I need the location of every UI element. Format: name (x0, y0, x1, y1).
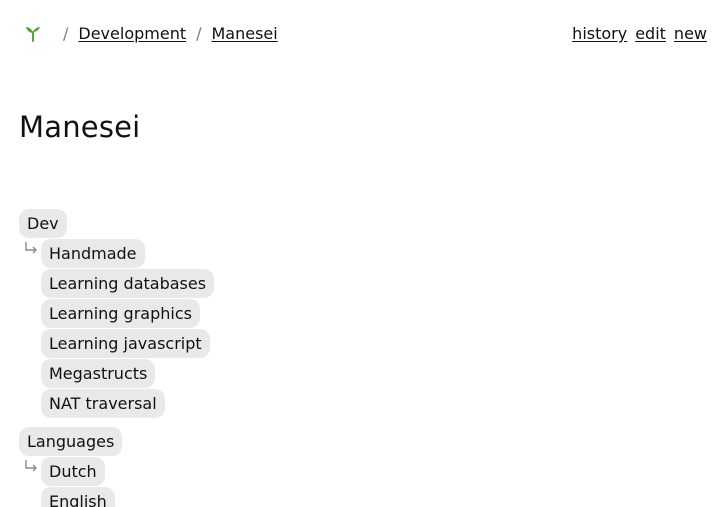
tag-child-row: Handmade (19, 239, 214, 269)
child-arrow-icon (25, 460, 37, 472)
tag-parent-languages[interactable]: Languages (19, 427, 123, 456)
edit-link[interactable]: edit (635, 24, 666, 43)
breadcrumb: / Development / Manesei (24, 24, 278, 43)
tag-child[interactable]: Learning graphics (41, 299, 200, 328)
top-bar: / Development / Manesei history edit new (24, 21, 707, 45)
tag-child-row: Learning graphics (19, 299, 214, 329)
breadcrumb-link-manesei[interactable]: Manesei (212, 24, 278, 43)
tag-children: Handmade Learning databases Learning gra… (19, 239, 215, 419)
tag-child[interactable]: Dutch (41, 457, 105, 486)
tag-child[interactable]: NAT traversal (41, 389, 165, 418)
tag-child-row: NAT traversal (19, 389, 214, 419)
tag-group: Dev Handmade Learning databases Learning… (19, 209, 215, 419)
tag-child-row: Megastructs (19, 359, 214, 389)
tag-group: Languages Dutch English (19, 427, 214, 507)
tag-child[interactable]: Handmade (41, 239, 145, 268)
tag-child[interactable]: Learning javascript (41, 329, 210, 358)
tag-children: Dutch English (19, 457, 214, 507)
tag-parent-dev[interactable]: Dev (19, 209, 67, 238)
tag-child-row: Learning databases (19, 269, 215, 299)
page-actions: history edit new (572, 24, 707, 43)
sprout-icon[interactable] (24, 24, 42, 42)
breadcrumb-separator: / (63, 23, 69, 43)
breadcrumb-separator: / (196, 23, 202, 43)
tag-child-row: Learning javascript (19, 329, 214, 359)
tag-child-row: English (19, 487, 214, 507)
tag-child-row: Dutch (19, 457, 214, 487)
page: / Development / Manesei history edit new… (0, 0, 726, 507)
tag-child[interactable]: English (41, 487, 115, 507)
child-arrow-icon (25, 242, 37, 254)
tag-child[interactable]: Megastructs (41, 359, 156, 388)
tag-child[interactable]: Learning databases (41, 269, 215, 298)
breadcrumb-link-development[interactable]: Development (78, 24, 186, 43)
page-title: Manesei (19, 110, 141, 144)
new-link[interactable]: new (674, 24, 707, 43)
history-link[interactable]: history (572, 24, 627, 43)
tag-tree: Dev Handmade Learning databases Learning… (19, 209, 215, 507)
